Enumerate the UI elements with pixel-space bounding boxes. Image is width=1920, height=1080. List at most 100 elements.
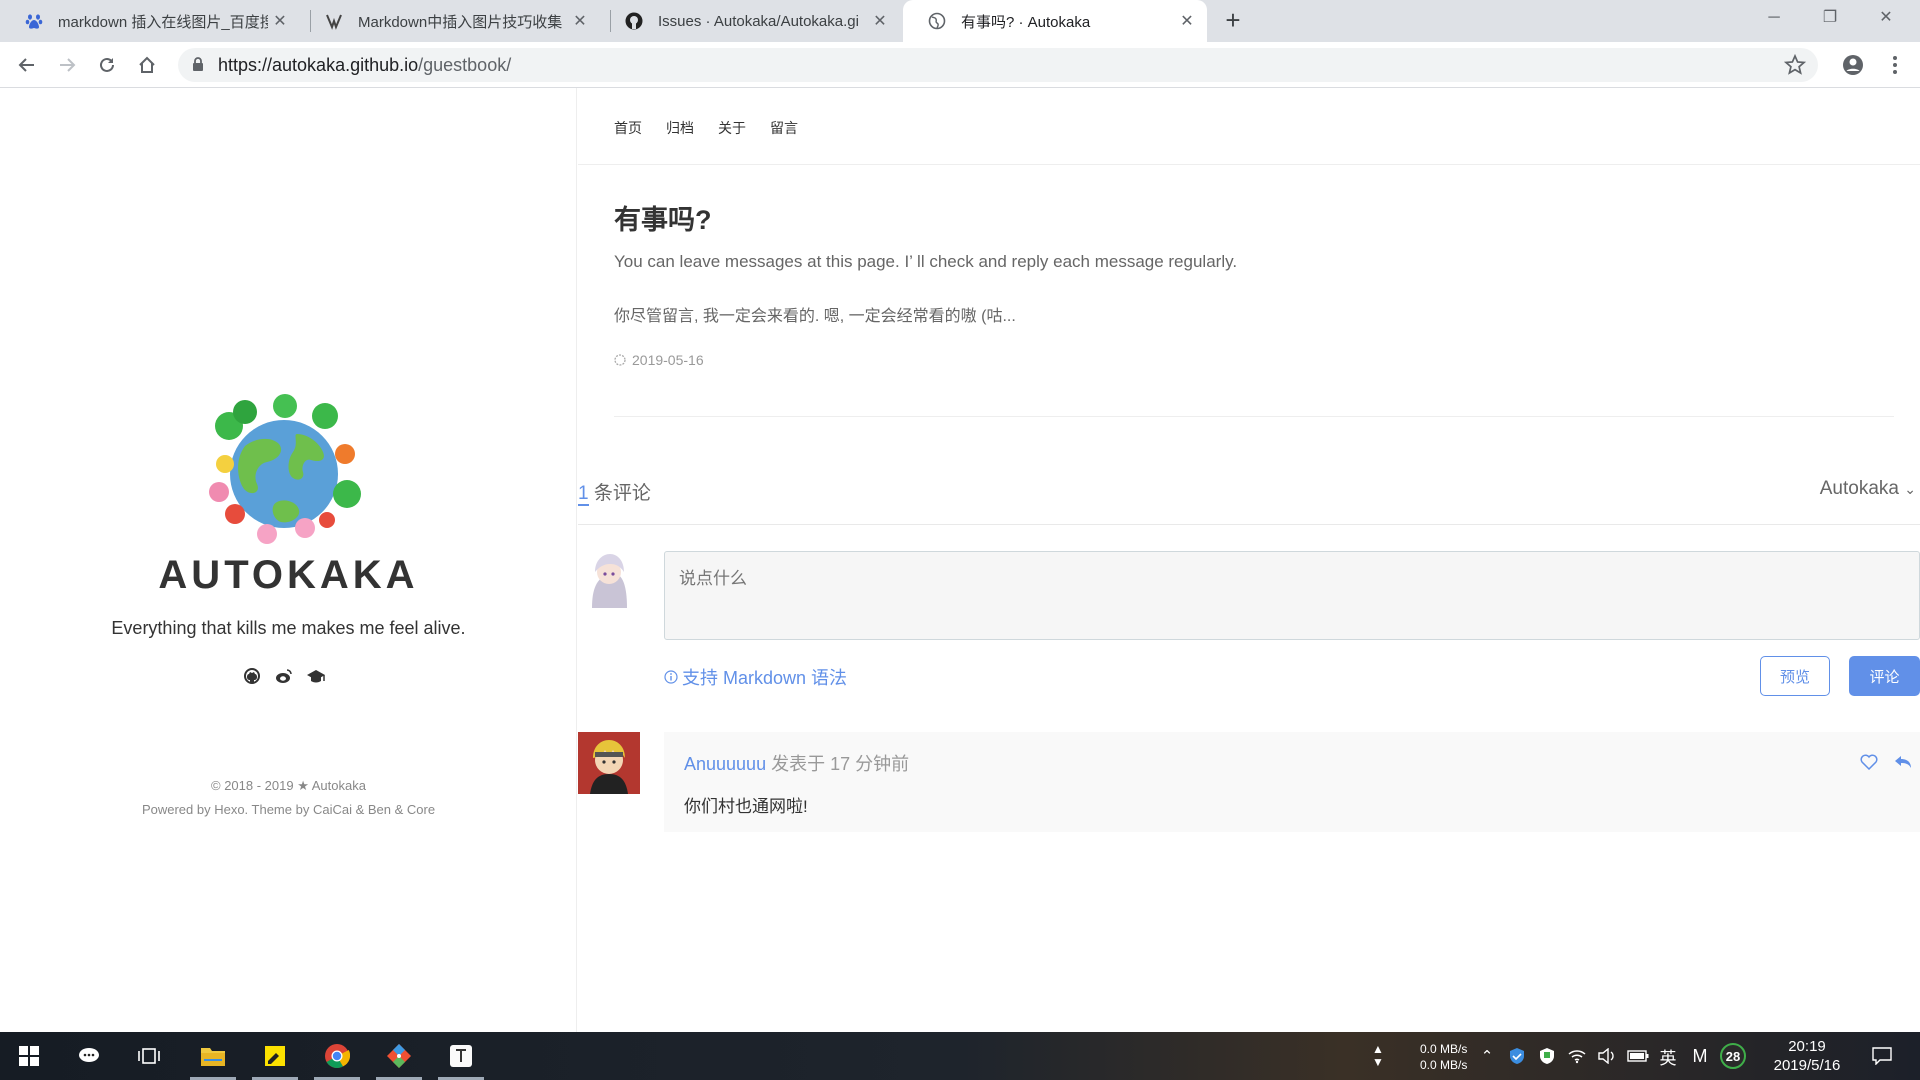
reload-button[interactable] bbox=[92, 50, 122, 80]
github-icon[interactable] bbox=[242, 666, 262, 686]
sticky-note-icon bbox=[265, 1046, 285, 1066]
start-button[interactable] bbox=[0, 1032, 58, 1080]
ime-indicator[interactable]: 英 bbox=[1654, 1032, 1682, 1080]
preview-button[interactable]: 预览 bbox=[1760, 656, 1830, 696]
user-dropdown[interactable]: Autokaka ⌄ bbox=[1820, 478, 1916, 500]
nav-home[interactable]: 首页 bbox=[614, 118, 642, 138]
comment-input[interactable] bbox=[664, 551, 1920, 640]
reply-icon[interactable] bbox=[1894, 754, 1912, 770]
weibo-icon[interactable] bbox=[274, 666, 294, 686]
comment-item: Anuuuuuu 发表于 17 分钟前 你们村也通网啦! bbox=[664, 732, 1920, 832]
close-icon[interactable]: ✕ bbox=[868, 11, 892, 31]
clock-time: 20:19 bbox=[1788, 1038, 1826, 1055]
nav-about[interactable]: 关于 bbox=[718, 118, 746, 138]
taskbar-sticky-notes[interactable] bbox=[246, 1032, 304, 1080]
address-bar[interactable]: https://autokaka.github.io/guestbook/ bbox=[178, 48, 1818, 82]
forward-button[interactable] bbox=[52, 50, 82, 80]
profile-button[interactable] bbox=[1838, 50, 1868, 80]
csdn-icon bbox=[324, 11, 344, 31]
home-button[interactable] bbox=[132, 50, 162, 80]
tab-csdn[interactable]: Markdown中插入图片技巧收集 ✕ bbox=[300, 0, 600, 42]
comment-author[interactable]: Anuuuuuu bbox=[684, 754, 766, 774]
more-vert-icon bbox=[1893, 56, 1897, 74]
battery-icon[interactable] bbox=[1624, 1032, 1652, 1080]
heart-icon[interactable] bbox=[1860, 754, 1878, 770]
clock-icon bbox=[614, 354, 626, 366]
taskbar-file-explorer[interactable] bbox=[184, 1032, 242, 1080]
volume-icon[interactable] bbox=[1594, 1032, 1620, 1080]
baidu-paw-icon bbox=[24, 11, 44, 31]
close-icon[interactable]: ✕ bbox=[1175, 11, 1199, 31]
network-arrows-icon: ▲ ▼ bbox=[1372, 1042, 1384, 1069]
blog-sidebar: AUTOKAKA Everything that kills me makes … bbox=[0, 88, 577, 1032]
github-icon bbox=[624, 11, 644, 31]
info-icon bbox=[664, 670, 678, 684]
reload-icon bbox=[100, 57, 114, 72]
bookmark-star-icon[interactable] bbox=[1784, 54, 1806, 76]
windows-logo-icon bbox=[19, 1046, 39, 1066]
menu-button[interactable] bbox=[1880, 50, 1910, 80]
comment-count-number[interactable]: 1 bbox=[578, 483, 589, 506]
url-text: https://autokaka.github.io/guestbook/ bbox=[218, 55, 511, 76]
url-host: https://autokaka.github.io bbox=[218, 55, 419, 75]
minimize-button[interactable]: ─ bbox=[1746, 0, 1802, 36]
m-indicator[interactable]: M bbox=[1686, 1032, 1714, 1080]
url-path: /guestbook/ bbox=[418, 55, 512, 75]
nav-guestbook[interactable]: 留言 bbox=[770, 118, 798, 138]
comment-meta: 发表于 17 分钟前 bbox=[766, 754, 910, 774]
divider bbox=[614, 416, 1894, 417]
comment-count: 1 条评论 bbox=[578, 478, 651, 506]
footer-copyright: © 2018 - 2019 ★ Autokaka bbox=[211, 778, 366, 793]
security-shield-icon[interactable] bbox=[1534, 1032, 1560, 1080]
post-date-text: 2019-05-16 bbox=[632, 352, 704, 368]
close-window-button[interactable]: ✕ bbox=[1858, 0, 1914, 36]
lock-icon bbox=[193, 57, 203, 71]
browser-toolbar: https://autokaka.github.io/guestbook/ bbox=[0, 42, 1920, 88]
footer-powered-by: Powered by Hexo. Theme by CaiCai & Ben &… bbox=[141, 802, 436, 817]
taskbar-git-app[interactable] bbox=[370, 1032, 428, 1080]
scholar-cap-icon[interactable] bbox=[306, 666, 326, 686]
cortana-button[interactable] bbox=[60, 1032, 118, 1080]
tab-baidu[interactable]: markdown 插入在线图片_百度搜 ✕ bbox=[0, 0, 300, 42]
back-button[interactable] bbox=[12, 50, 42, 80]
top-nav: 首页 归档 关于 留言 bbox=[614, 118, 798, 138]
avatar[interactable] bbox=[578, 548, 640, 610]
net-up-speed: 0.0 MB/s bbox=[1420, 1042, 1468, 1056]
task-view-button[interactable] bbox=[120, 1032, 178, 1080]
tab-guestbook[interactable]: 有事吗? · Autokaka ✕ bbox=[903, 0, 1207, 42]
arrow-right-icon bbox=[60, 58, 76, 72]
arrow-left-icon bbox=[18, 58, 34, 72]
defender-shield-icon[interactable] bbox=[1504, 1032, 1530, 1080]
globe-icon bbox=[927, 11, 947, 31]
page-title: 有事吗? bbox=[614, 205, 712, 235]
divider bbox=[578, 164, 1920, 165]
tab-strip: markdown 插入在线图片_百度搜 ✕ Markdown中插入图片技巧收集 … bbox=[0, 0, 1920, 42]
avatar[interactable] bbox=[578, 732, 640, 794]
close-icon[interactable]: ✕ bbox=[568, 11, 592, 31]
chat-bubble-icon bbox=[79, 1048, 99, 1062]
clock-date: 2019/5/16 bbox=[1773, 1057, 1841, 1074]
typora-icon bbox=[450, 1045, 472, 1067]
chevron-up-icon[interactable]: ⌃ bbox=[1476, 1032, 1498, 1080]
submit-comment-button[interactable]: 评论 bbox=[1849, 656, 1920, 696]
wifi-icon[interactable] bbox=[1564, 1032, 1590, 1080]
site-title[interactable]: AUTOKAKA bbox=[0, 553, 577, 598]
restore-button[interactable]: ❐ bbox=[1802, 0, 1858, 36]
new-tab-button[interactable]: + bbox=[1218, 6, 1248, 36]
close-icon[interactable]: ✕ bbox=[268, 11, 292, 31]
tab-title: markdown 插入在线图片_百度搜 bbox=[58, 13, 268, 31]
divider bbox=[578, 524, 1920, 525]
markdown-tip-link[interactable]: 支持 Markdown 语法 bbox=[664, 664, 847, 690]
badge-28[interactable]: 28 bbox=[1718, 1032, 1748, 1080]
net-down-speed: 0.0 MB/s bbox=[1420, 1058, 1468, 1072]
markdown-tip-text: 支持 Markdown 语法 bbox=[682, 668, 848, 688]
notification-center-icon[interactable] bbox=[1862, 1032, 1902, 1080]
nav-archive[interactable]: 归档 bbox=[666, 118, 694, 138]
taskbar-chrome[interactable] bbox=[308, 1032, 366, 1080]
post-intro-zh: 你尽管留言, 我一定会来看的. 嗯, 一定会经常看的嗷 (咕... bbox=[614, 308, 1016, 325]
taskbar-typora[interactable] bbox=[432, 1032, 490, 1080]
tab-github-issues[interactable]: Issues · Autokaka/Autokaka.gi ✕ bbox=[600, 0, 900, 42]
tab-title: Markdown中插入图片技巧收集 bbox=[358, 13, 563, 31]
post-date: 2019-05-16 bbox=[614, 352, 704, 368]
system-clock[interactable]: 20:19 2019/5/16 bbox=[1764, 1037, 1850, 1075]
